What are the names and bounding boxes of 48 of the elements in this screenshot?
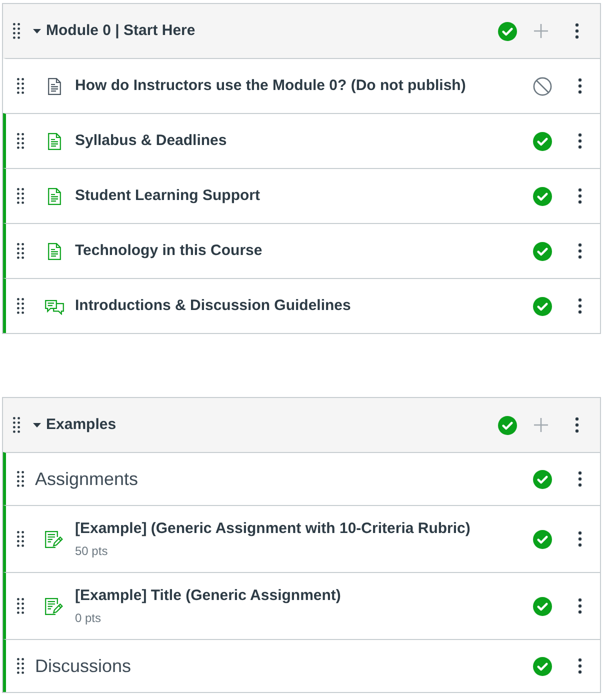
published-check-icon[interactable] bbox=[532, 656, 552, 676]
item-title-link[interactable]: Technology in this Course bbox=[75, 241, 522, 261]
points-label: 50 pts bbox=[75, 542, 109, 560]
drag-handle-icon[interactable] bbox=[17, 188, 24, 204]
published-check-icon[interactable] bbox=[532, 296, 552, 316]
published-check-icon[interactable] bbox=[532, 470, 552, 488]
unpublished-icon[interactable] bbox=[532, 76, 552, 96]
caret-down-icon[interactable] bbox=[33, 27, 41, 35]
drag-handle-icon[interactable] bbox=[13, 23, 20, 39]
published-check-icon[interactable] bbox=[532, 596, 552, 616]
caret-down-icon[interactable] bbox=[33, 421, 41, 429]
item-title-link[interactable]: Syllabus & Deadlines bbox=[75, 131, 522, 151]
item-title-link[interactable]: [Example] (Generic Assignment with 10-Criteria Rubric) bbox=[75, 518, 522, 538]
drag-handle-icon[interactable] bbox=[17, 598, 24, 614]
published-check-icon[interactable] bbox=[498, 416, 516, 434]
item-title-link[interactable]: [Example] Title (Generic Assignment) bbox=[75, 586, 522, 606]
subheader-title: Discussions bbox=[35, 654, 132, 678]
drag-handle-icon[interactable] bbox=[17, 133, 24, 149]
more-options-icon[interactable] bbox=[578, 78, 582, 94]
drag-handle-icon[interactable] bbox=[17, 298, 24, 314]
drag-handle-icon[interactable] bbox=[17, 658, 24, 674]
published-check-icon[interactable] bbox=[532, 132, 552, 150]
subheader-title: Assignments bbox=[35, 468, 140, 491]
more-options-icon[interactable] bbox=[578, 658, 582, 674]
published-check-icon[interactable] bbox=[532, 530, 552, 548]
more-options-icon[interactable] bbox=[578, 598, 582, 614]
more-options-icon[interactable] bbox=[575, 23, 579, 39]
item-title-link[interactable]: How do Instructors use the Module 0? (Do not publish) bbox=[75, 76, 522, 96]
item-title-link[interactable]: Introductions & Discussion Guidelines bbox=[75, 296, 522, 316]
more-options-icon[interactable] bbox=[578, 188, 582, 204]
more-options-icon[interactable] bbox=[578, 133, 582, 149]
drag-handle-icon[interactable] bbox=[17, 78, 24, 94]
more-options-icon[interactable] bbox=[578, 471, 582, 487]
item-title-link[interactable]: Student Learning Support bbox=[75, 186, 522, 206]
points-label: 0 pts bbox=[75, 610, 102, 626]
published-check-icon[interactable] bbox=[532, 242, 552, 260]
module-title[interactable]: Module 0 | Start Here bbox=[46, 20, 490, 42]
drag-handle-icon[interactable] bbox=[17, 243, 24, 259]
drag-handle-icon[interactable] bbox=[13, 417, 20, 433]
more-options-icon[interactable] bbox=[578, 531, 582, 547]
more-options-icon[interactable] bbox=[578, 298, 582, 314]
more-options-icon[interactable] bbox=[575, 417, 579, 433]
more-options-icon[interactable] bbox=[578, 243, 582, 259]
module-title[interactable]: Examples bbox=[46, 414, 490, 436]
published-check-icon[interactable] bbox=[498, 22, 516, 40]
drag-handle-icon[interactable] bbox=[17, 531, 24, 547]
drag-handle-icon[interactable] bbox=[17, 471, 24, 487]
published-check-icon[interactable] bbox=[532, 186, 552, 206]
